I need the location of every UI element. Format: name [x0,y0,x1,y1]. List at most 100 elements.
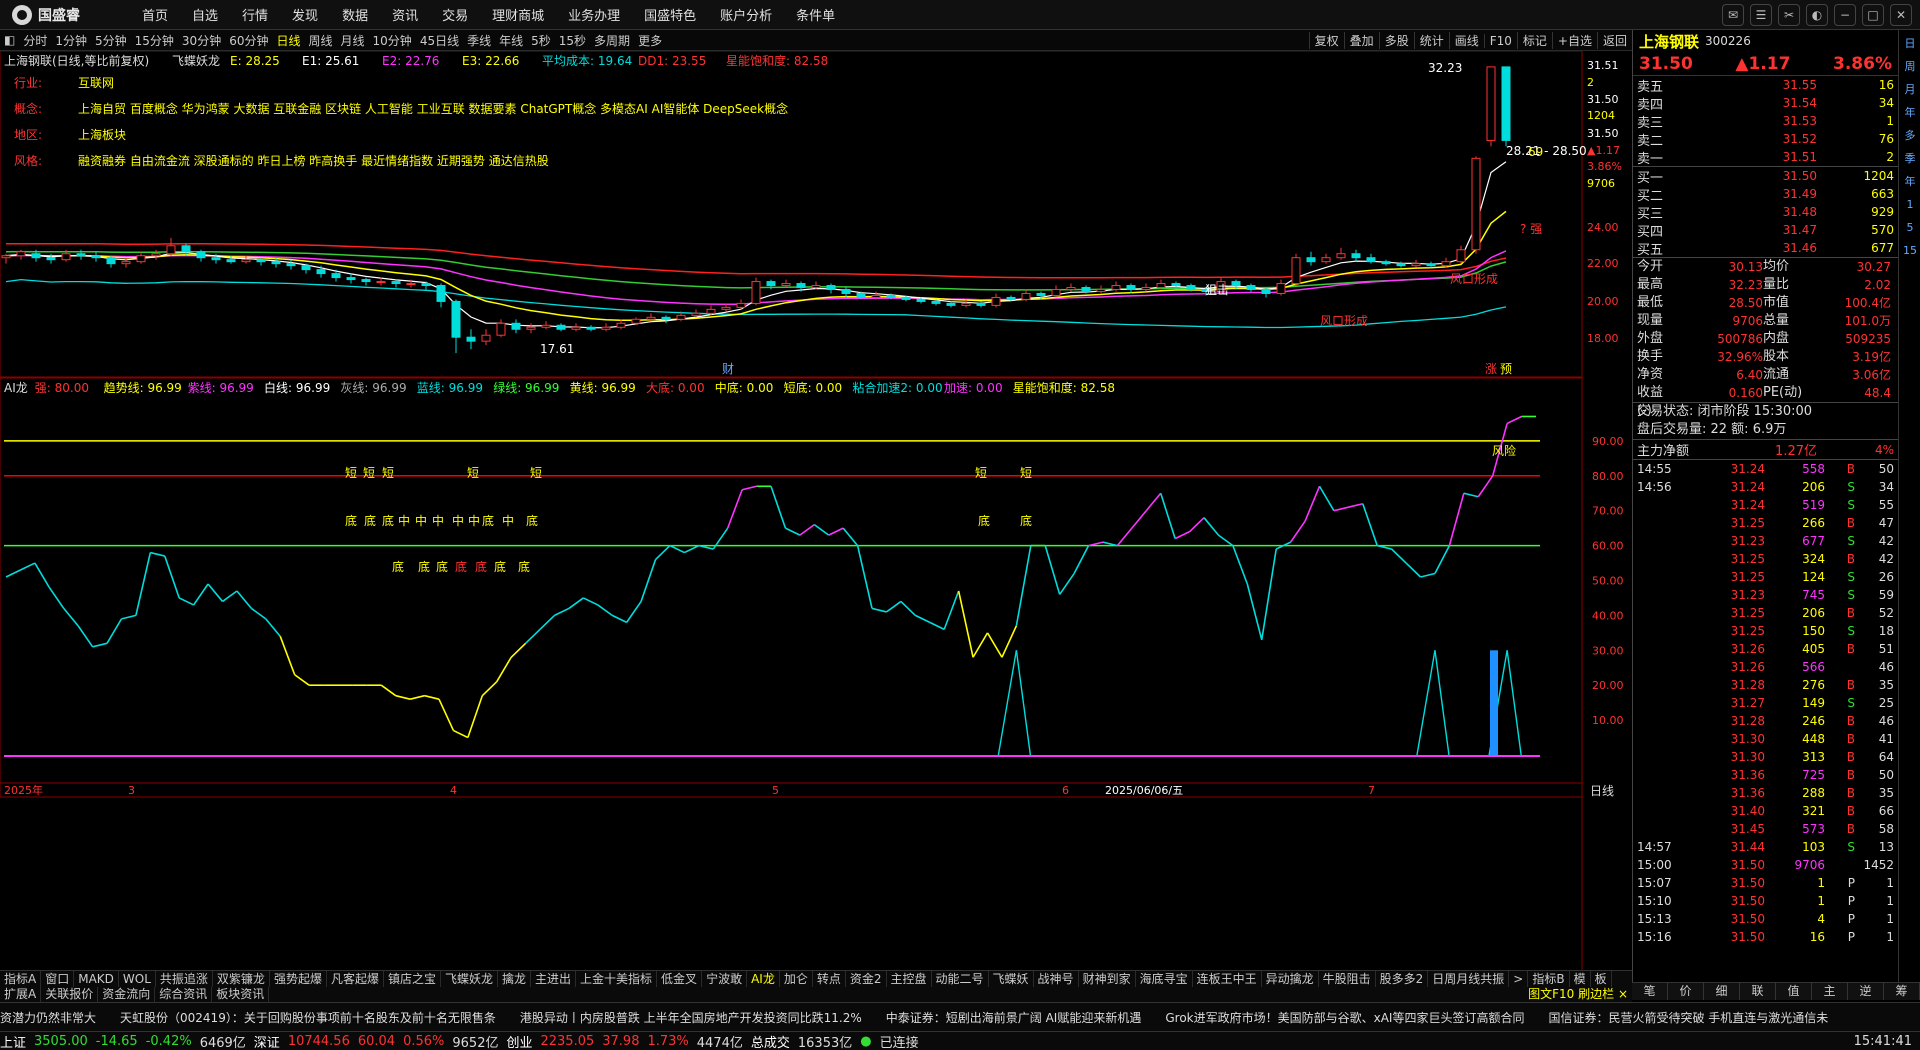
indicator-tab[interactable]: > [1509,971,1529,987]
order-book-row[interactable]: 买三 31.48 929 [1633,203,1898,222]
indicator-tab[interactable]: WOL [119,971,156,987]
indicator-tab[interactable]: 牛股阻击 [1319,971,1376,987]
chart-toggle-icon[interactable]: ◧ [0,33,19,47]
indicator-tab[interactable]: 日周月线共振 [1428,971,1510,987]
period-tab[interactable]: 10分钟 [369,32,416,49]
indicator-tab[interactable]: 战神号 [1034,971,1079,987]
indicator-tab[interactable]: 资金2 [846,971,887,987]
order-book-row[interactable]: 买四 31.47 570 [1633,221,1898,240]
news-item[interactable]: 中泰证券：短剧出海前景广阔 AI赋能迎来新机遇 [886,1009,1142,1026]
sidebar-button[interactable]: 月 [1901,81,1919,99]
indicator-tab[interactable]: 低金叉 [657,971,703,987]
top-menu-item[interactable]: 自选 [180,5,230,24]
message-icon[interactable]: ✉ [1722,4,1744,26]
order-book-row[interactable]: 卖一 31.51 2 [1633,148,1898,167]
indicator-tab[interactable]: 擒龙 [498,971,532,987]
chart-tool-button[interactable]: 标记 [1516,32,1552,49]
period-tab[interactable]: 周线 [305,32,337,49]
period-tab[interactable]: 多周期 [590,32,634,49]
news-item[interactable]: 国信证券：民营火箭受待突破 手机直连与激光通信未 [1548,1009,1828,1026]
period-tab[interactable]: 15分钟 [131,32,178,49]
indicator-tab[interactable]: AI龙 [747,971,780,987]
indicator-tab[interactable]: 宁波敢 [702,971,748,987]
chart-tool-button[interactable]: 统计 [1413,32,1449,49]
period-tab[interactable]: 15秒 [555,32,590,49]
kline-chart[interactable]: 上海钢联(日线,等比前复权) 飞蝶妖龙 E: 28.25 E1: 25.61 E2: 2… [0,51,1632,970]
top-menu-item[interactable]: 首页 [130,5,180,24]
indicator-tab[interactable]: 指标A [0,971,42,987]
period-tab[interactable]: 分时 [19,32,51,49]
indicator-tab[interactable]: MAKD [74,971,119,987]
quote-tab[interactable]: 主 [1812,983,1848,1000]
period-tab[interactable]: 更多 [634,32,666,49]
top-menu-item[interactable]: 国盛特色 [632,5,708,24]
news-item[interactable]: Grok进军政府市场！美国防部与谷歌、xAI等四家巨头签订高额合同 [1165,1009,1524,1026]
top-menu-item[interactable]: 数据 [330,5,380,24]
sidebar-button[interactable]: 多 [1901,127,1919,145]
top-menu-item[interactable]: 条件单 [784,5,847,24]
indicator-tab[interactable]: 窗口 [41,971,75,987]
chart-tool-button[interactable]: 画线 [1448,32,1484,49]
sz-index-label[interactable]: 深证 [254,1032,280,1050]
chart-tool-button[interactable]: 复权 [1308,32,1344,49]
indicator-tab[interactable]: 动能二号 [932,971,989,987]
tick-list[interactable]: 14:55 31.24 558 B 50 14:56 31.24 206 S 34 31.24 519… [1633,460,1898,946]
order-book-row[interactable]: 卖四 31.54 34 [1633,94,1898,113]
sh-index-label[interactable]: 上证 [0,1032,26,1050]
top-menu-item[interactable]: 业务办理 [556,5,632,24]
quote-tab[interactable]: 逆 [1848,983,1884,1000]
period-tab[interactable]: 5秒 [527,32,555,49]
indicator-tab[interactable]: 转点 [813,971,846,987]
chart-tool-button[interactable]: 叠加 [1343,32,1379,49]
quote-tab[interactable]: 价 [1668,983,1704,1000]
top-menu-item[interactable]: 资讯 [380,5,430,24]
sidebar-button[interactable]: 年 [1901,104,1919,122]
info-tab[interactable]: 资金流向 [98,987,156,1002]
sidebar-button[interactable]: 5 [1901,219,1919,237]
info-tab[interactable]: 扩展A [0,987,42,1002]
period-tab[interactable]: 1分钟 [51,32,91,49]
top-menu-item[interactable]: 行情 [230,5,280,24]
info-tab[interactable]: 关联报价 [41,987,99,1002]
chart-tool-button[interactable]: 返回 [1596,32,1632,49]
menu-icon[interactable]: ☰ [1750,4,1772,26]
indicator-tab[interactable]: 双紫镰龙 [213,971,270,987]
period-tab[interactable]: 45日线 [416,32,463,49]
top-menu-item[interactable]: 账户分析 [708,5,784,24]
top-menu-item[interactable]: 交易 [430,5,480,24]
period-tab[interactable]: 年线 [495,32,527,49]
news-item[interactable]: 资潜力仍然非常大 [0,1009,96,1026]
maximize-icon[interactable]: □ [1862,4,1884,26]
period-tab[interactable]: 季线 [463,32,495,49]
sidebar-button[interactable]: 15 [1901,242,1919,260]
period-tab[interactable]: 月线 [337,32,369,49]
order-book-row[interactable]: 买五 31.46 677 [1633,239,1898,258]
news-ticker[interactable]: 资潜力仍然非常大 天虹股份（002419）：关于回购股份事项前十名股东及前十名无限… [0,1002,1920,1031]
sidebar-button[interactable]: 季 [1901,150,1919,168]
chart-tool-button[interactable]: +自选 [1551,32,1597,49]
share-icon[interactable]: ✂ [1778,4,1800,26]
news-item[interactable]: 天虹股份（002419）：关于回购股份事项前十名股东及前十名无限售条 [120,1009,496,1026]
quote-tab[interactable]: 值 [1776,983,1812,1000]
indicator-tab[interactable]: 共振追涨 [156,971,213,987]
quote-tab[interactable]: 筹 [1884,983,1920,1000]
indicator-tab[interactable]: 连板王中王 [1193,971,1262,987]
indicator-tab[interactable]: 财神到家 [1079,971,1136,987]
indicator-tab[interactable]: 镇店之宝 [384,971,441,987]
indicator-tab[interactable]: 股多多2 [1376,971,1429,987]
period-tab[interactable]: 5分钟 [91,32,131,49]
order-book-row[interactable]: 卖二 31.52 76 [1633,130,1898,149]
news-item[interactable]: 港股异动丨内房股普跌 上半年全国房地产开发投资同比跌11.2% [520,1009,862,1026]
chart-tool-button[interactable]: 多股 [1378,32,1414,49]
top-menu-item[interactable]: 理财商城 [480,5,556,24]
sidebar-button[interactable]: 周 [1901,58,1919,76]
indicator-tab[interactable]: 模 [1570,971,1591,987]
indicator-tab[interactable]: 主控盘 [887,971,932,987]
order-book-row[interactable]: 卖五 31.55 16 [1633,76,1898,95]
order-book-row[interactable]: 买一 31.50 1204 [1633,167,1898,186]
quote-tab[interactable]: 细 [1704,983,1740,1000]
period-tab[interactable]: 30分钟 [178,32,225,49]
indicator-tab[interactable]: 异动擒龙 [1262,971,1319,987]
indicator-tab[interactable]: 海底寻宝 [1136,971,1193,987]
sidebar-button[interactable]: 年 [1901,173,1919,191]
